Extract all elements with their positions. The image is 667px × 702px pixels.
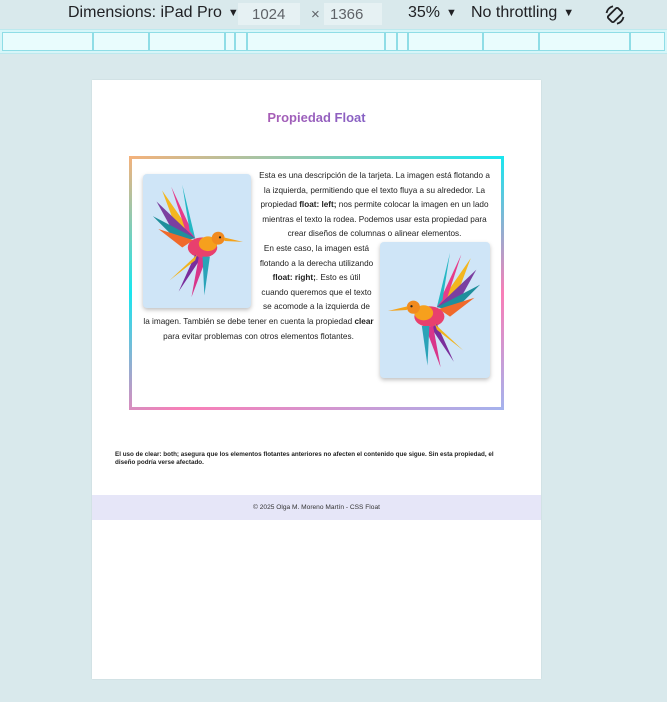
code-clear: clear	[354, 316, 374, 326]
page-title: Propiedad Float	[92, 110, 541, 125]
media-query-segment[interactable]	[247, 32, 385, 51]
media-query-segment[interactable]	[235, 32, 247, 51]
height-input[interactable]: 1366	[324, 3, 382, 25]
media-query-segment[interactable]	[385, 32, 397, 51]
media-query-segment[interactable]	[408, 32, 483, 51]
media-query-segment[interactable]	[483, 32, 539, 51]
clear-note: El uso de clear: both; asegura que los e…	[115, 451, 494, 467]
media-query-bar[interactable]	[0, 29, 667, 54]
media-query-segment[interactable]	[149, 32, 225, 51]
width-input[interactable]: 1024	[238, 3, 300, 25]
caret-down-icon: ▼	[446, 7, 457, 19]
device-viewport: Propiedad Float Esta es una descripción …	[92, 80, 541, 679]
footer-text: © 2025 Olga M. Moreno Martín - CSS Float	[253, 504, 380, 511]
code-float-left: float: left;	[299, 200, 337, 210]
dimensions-dropdown[interactable]: Dimensions: iPad Pro ▼	[68, 4, 239, 22]
paragraph-text: En este caso, la imagen está flotando a …	[259, 243, 374, 268]
caret-down-icon: ▼	[563, 7, 575, 19]
hummingbird-icon	[152, 184, 243, 298]
dimensions-label: Dimensions: iPad Pro	[68, 4, 222, 21]
media-query-segment[interactable]	[630, 32, 665, 51]
card: Esta es una descripción de la tarjeta. L…	[129, 156, 504, 410]
paragraph-text: para evitar problemas con otros elemento…	[163, 331, 354, 341]
footer: © 2025 Olga M. Moreno Martín - CSS Float	[92, 495, 541, 520]
hummingbird-icon	[388, 252, 481, 368]
hummingbird-image-right	[380, 241, 490, 378]
hummingbird-image-left	[143, 174, 251, 308]
media-query-segment[interactable]	[93, 32, 149, 51]
throttling-dropdown[interactable]: No throttling ▼	[471, 4, 574, 22]
zoom-label: 35%	[408, 4, 441, 21]
media-query-segment[interactable]	[539, 32, 630, 51]
code-float-right: float: right;	[272, 273, 316, 283]
device-toolbar: Dimensions: iPad Pro ▼ 1024 × 1366 35% ▼…	[0, 0, 667, 29]
times-icon: ×	[311, 6, 320, 23]
media-query-segment[interactable]	[2, 32, 93, 51]
card-content: Esta es una descripción de la tarjeta. L…	[132, 159, 501, 407]
zoom-dropdown[interactable]: 35% ▼	[408, 4, 457, 22]
media-query-segment[interactable]	[397, 32, 408, 51]
media-query-segment[interactable]	[225, 32, 235, 51]
rotate-icon[interactable]	[603, 3, 627, 27]
throttling-label: No throttling	[471, 4, 558, 21]
